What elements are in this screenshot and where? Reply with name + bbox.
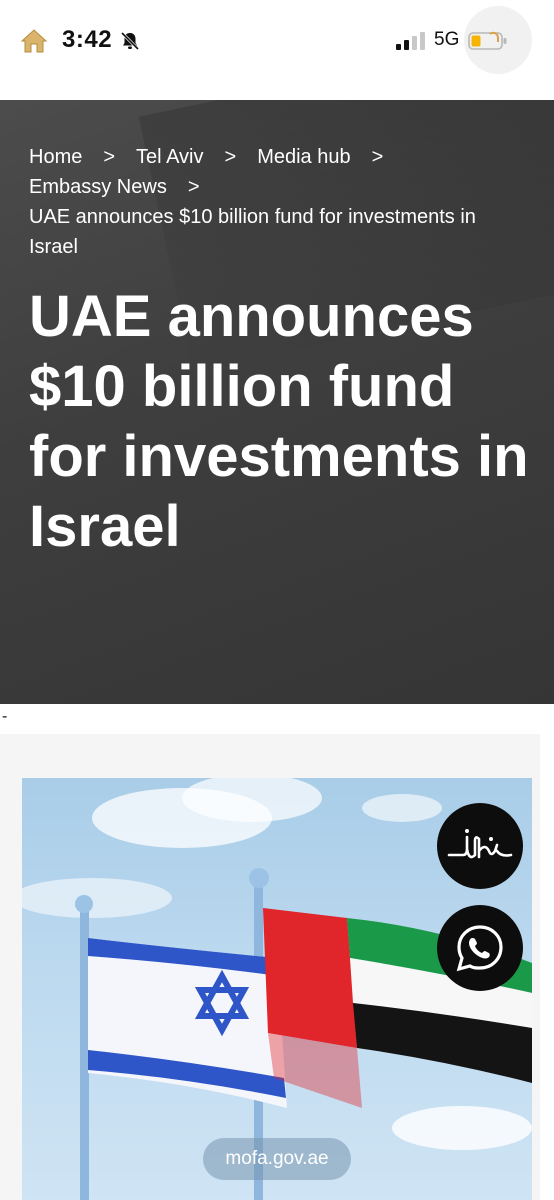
breadcrumb-media-hub-link[interactable]: Media hub [257,146,350,168]
home-icon [20,29,48,53]
battery-icon [468,31,507,50]
status-bar: 3:42 5G [0,0,554,84]
calligraphy-logo-icon [447,829,513,859]
breadcrumb-home-link[interactable]: Home [29,146,82,168]
whatsapp-icon [456,925,503,972]
breadcrumb-current-page: UAE announces $10 billion fund for inves… [29,206,476,258]
breadcrumb-embassy-news-link[interactable]: Embassy News [29,176,167,198]
breadcrumb-separator: > [187,176,200,198]
breadcrumb-separator: > [103,146,116,168]
breadcrumb: Home > Tel Aviv > Media hub > Embassy News > U… [29,142,529,262]
cellular-signal-icon [396,32,425,50]
browser-url-pill[interactable]: mofa.gov.ae [203,1138,351,1180]
breadcrumb-separator: > [371,146,384,168]
breadcrumb-separator: > [224,146,237,168]
clock-time: 3:42 [62,26,113,53]
site-logo-button[interactable] [437,803,523,889]
network-type: 5G [434,29,460,50]
separator-text: - [2,708,8,725]
bell-muted-icon [120,31,140,51]
page-title: UAE announces $10 billion fund for inves… [29,284,529,559]
breadcrumb-tel-aviv-link[interactable]: Tel Aviv [136,146,203,168]
article-hero-banner: Home > Tel Aviv > Media hub > Embassy News > U… [0,100,554,704]
whatsapp-share-button[interactable] [437,905,523,991]
